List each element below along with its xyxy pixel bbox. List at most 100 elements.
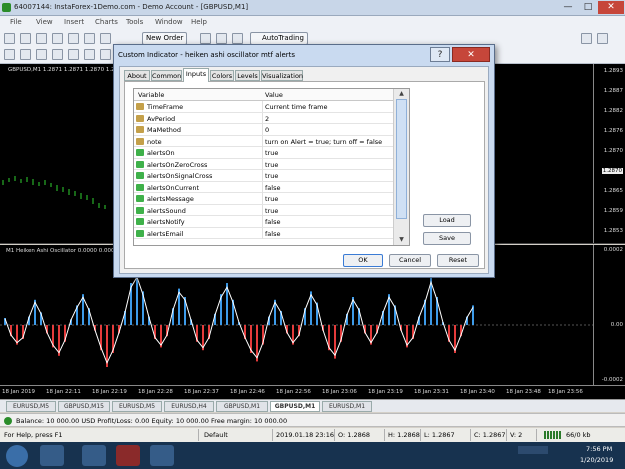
param-value[interactable]: false <box>265 184 280 192</box>
scroll-up-icon[interactable]: ▲ <box>396 89 407 98</box>
table-row[interactable]: note turn on Alert = true; turn off = fal… <box>134 135 393 147</box>
bool-param-icon <box>136 160 144 168</box>
channel-icon[interactable] <box>84 49 95 60</box>
tab-levels[interactable]: Levels <box>235 70 260 81</box>
param-name: alertsNotify <box>147 218 185 226</box>
table-row[interactable]: alertsSound true <box>134 204 393 216</box>
signals-icon[interactable] <box>232 33 243 44</box>
param-value[interactable]: true <box>265 172 278 180</box>
tab-gbpusd-m1-active[interactable]: GBPUSD,M1 <box>270 401 320 412</box>
param-value[interactable]: true <box>265 207 278 215</box>
table-row[interactable]: TimeFrame Current time frame <box>134 101 393 113</box>
menu-file[interactable]: File <box>10 18 22 26</box>
market-watch-icon[interactable] <box>36 33 47 44</box>
metaeditor-icon[interactable] <box>200 33 211 44</box>
menu-window[interactable]: Window <box>155 18 183 26</box>
minimize-button[interactable]: — <box>558 1 578 14</box>
table-row[interactable]: AvPeriod 2 <box>134 112 393 124</box>
param-value[interactable]: Current time frame <box>265 103 328 111</box>
restore-chart-icon[interactable] <box>581 33 592 44</box>
param-value[interactable]: 0 <box>265 126 269 134</box>
table-row[interactable]: alertsOnCurrent false <box>134 181 393 193</box>
new-chart-icon[interactable] <box>4 33 15 44</box>
save-button[interactable]: Save <box>423 232 471 245</box>
ok-button[interactable]: OK <box>343 254 383 267</box>
navigator-icon[interactable] <box>68 33 79 44</box>
vertical-line-icon[interactable] <box>36 49 47 60</box>
param-value[interactable]: false <box>265 218 280 226</box>
time-label: 18 Jan 22:46 <box>230 389 265 395</box>
tab-eurusd-h4[interactable]: EURUSD,H4 <box>164 401 214 412</box>
horizontal-line-icon[interactable] <box>52 49 63 60</box>
start-button[interactable] <box>6 445 28 467</box>
menu-charts[interactable]: Charts <box>95 18 118 26</box>
vlc-icon[interactable] <box>82 445 106 466</box>
param-value[interactable]: 2 <box>265 115 269 123</box>
load-button[interactable]: Load <box>423 214 471 227</box>
app-icon-3[interactable] <box>150 445 174 466</box>
tab-eurusd-m5[interactable]: EURUSD,M5 <box>6 401 56 412</box>
tab-common[interactable]: Common <box>151 70 182 81</box>
bar-low: L: 1.2867 <box>424 431 455 439</box>
param-value[interactable]: turn on Alert = true; turn off = false <box>265 138 382 146</box>
string-param-icon <box>136 126 144 133</box>
dialog-title: Custom Indicator - heiken ashi oscillato… <box>118 51 296 59</box>
table-scrollbar[interactable]: ▲ ▼ <box>393 89 409 245</box>
scroll-thumb[interactable] <box>396 99 407 219</box>
menu-insert[interactable]: Insert <box>64 18 84 26</box>
bool-param-icon <box>136 229 144 237</box>
cancel-button[interactable]: Cancel <box>389 254 431 267</box>
table-row[interactable]: alertsEmail false <box>134 227 393 239</box>
menu-tools[interactable]: Tools <box>126 18 143 26</box>
alerts-icon[interactable] <box>216 33 227 44</box>
tab-colors[interactable]: Colors <box>210 70 234 81</box>
tab-inputs[interactable]: Inputs <box>183 68 209 82</box>
chrome-icon[interactable] <box>40 445 64 466</box>
param-value[interactable]: true <box>265 195 278 203</box>
table-row[interactable]: alertsOnSignalCross true <box>134 170 393 182</box>
table-row[interactable]: alertsMessage true <box>134 193 393 205</box>
data-window-icon[interactable] <box>52 33 63 44</box>
profiles-icon[interactable] <box>20 33 31 44</box>
string-param-icon <box>136 114 144 122</box>
param-name: note <box>147 137 162 146</box>
table-row[interactable]: MaMethod 0 <box>134 124 393 136</box>
param-value[interactable]: false <box>265 230 280 238</box>
param-name: alertsOnSignalCross <box>147 172 213 180</box>
terminal-app-icon[interactable] <box>116 445 140 466</box>
terminal-icon[interactable] <box>84 33 95 44</box>
time-label: 18 Jan 23:48 <box>506 389 541 395</box>
cursor-icon[interactable] <box>4 49 15 60</box>
trendline-icon[interactable] <box>68 49 79 60</box>
tab-gbpusd-m1[interactable]: GBPUSD,M1 <box>216 401 268 412</box>
table-row[interactable]: alertsOnZeroCross true <box>134 158 393 170</box>
tab-eurusd-m1[interactable]: EURUSD,M1 <box>322 401 372 412</box>
maximize-button[interactable]: □ <box>578 1 598 14</box>
menu-view[interactable]: View <box>36 18 53 26</box>
window-title: 64007144: InstaForex-1Demo.com - Demo Ac… <box>14 3 249 11</box>
bar-high: H: 1.2868 <box>388 431 420 439</box>
close-button[interactable]: ✕ <box>598 1 624 14</box>
tray-icons[interactable] <box>518 446 548 454</box>
tab-gbpusd-m15[interactable]: GBPUSD,M15 <box>58 401 110 412</box>
table-row[interactable]: alertsNotify false <box>134 216 393 228</box>
param-name: alertsMessage <box>147 195 194 203</box>
param-value[interactable]: true <box>265 161 278 169</box>
close-chart-icon[interactable] <box>597 33 608 44</box>
reset-button[interactable]: Reset <box>437 254 479 267</box>
table-row[interactable]: alertsOn true <box>134 147 393 159</box>
menu-help[interactable]: Help <box>191 18 207 26</box>
status-bar: For Help, press F1 Default 2019.01.18 23… <box>0 428 625 442</box>
scroll-down-icon[interactable]: ▼ <box>396 235 407 244</box>
dialog-close-button[interactable]: ✕ <box>452 47 490 62</box>
crosshair-icon[interactable] <box>20 49 31 60</box>
help-button[interactable]: ? <box>430 47 450 62</box>
app-icon <box>2 3 11 12</box>
tab-eurusd-m5-2[interactable]: EURUSD,M5 <box>112 401 162 412</box>
fibonacci-icon[interactable] <box>100 49 111 60</box>
help-hint: For Help, press F1 <box>4 431 63 439</box>
strategy-tester-icon[interactable] <box>100 33 111 44</box>
param-value[interactable]: true <box>265 149 278 157</box>
tab-visualization[interactable]: Visualization <box>261 70 303 81</box>
tab-about[interactable]: About <box>124 70 150 81</box>
